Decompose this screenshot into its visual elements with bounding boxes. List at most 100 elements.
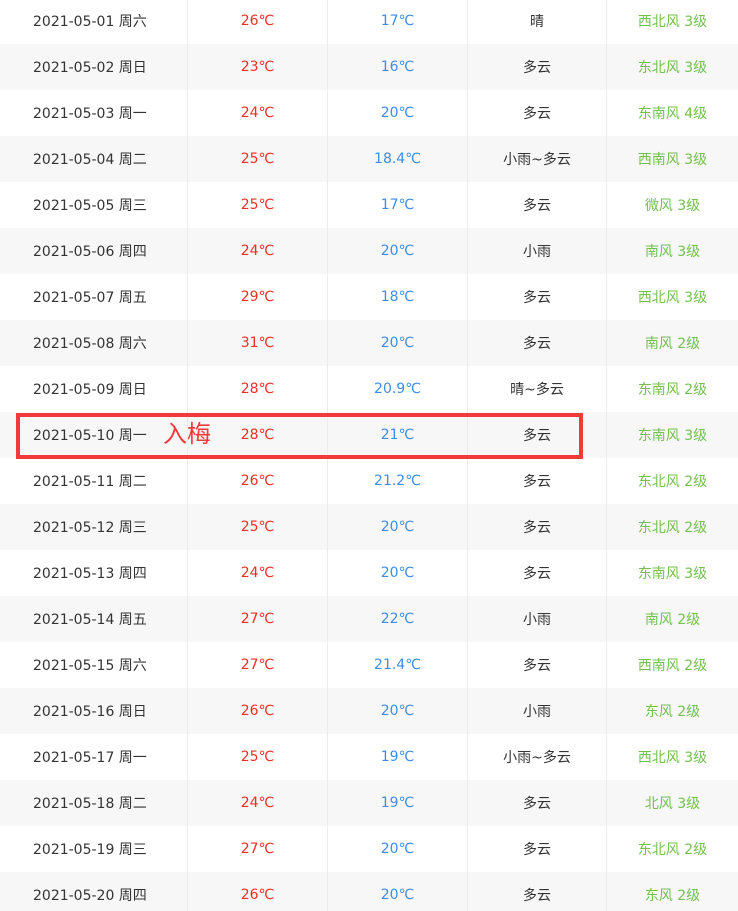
low-temp-cell: 20℃	[328, 90, 468, 136]
weather-cell: 晴	[468, 0, 607, 44]
weather-cell: 小雨~多云	[468, 136, 607, 182]
low-temp-cell: 18℃	[328, 274, 468, 320]
wind-cell: 西南风 2级	[637, 658, 708, 674]
weather-history-table: 2021-05-01 周六 26℃ 17℃ 晴西北风 3级 2021-05-02 周日 2…	[0, 0, 738, 911]
table-row: 2021-05-20 周四 26℃ 20℃ 多云 东风 2级	[0, 872, 738, 911]
wind-cell: 西北风 3级	[637, 750, 708, 766]
high-temp-cell: 26℃	[188, 0, 328, 44]
low-temp-cell: 18.4℃	[328, 136, 468, 182]
wind-cell: 北风 3级	[644, 796, 701, 812]
weather-cell: 多云	[468, 872, 607, 911]
high-temp-cell: 28℃	[188, 366, 328, 412]
table-row: 2021-05-13 周四 24℃ 20℃ 多云 东南风 3级	[0, 550, 738, 596]
weather-cell: 多云	[468, 642, 607, 688]
table-row: 2021-05-05 周三 25℃ 17℃ 多云 微风 3级	[0, 182, 738, 228]
weather-cell: 多云	[468, 320, 607, 366]
low-temp-cell: 22℃	[328, 596, 468, 642]
low-temp-cell: 21℃	[328, 412, 468, 458]
table-row: 2021-05-16 周日 26℃ 20℃ 小雨 东风 2级	[0, 688, 738, 734]
high-temp-cell: 23℃	[188, 44, 328, 90]
table-row: 2021-05-11 周二 26℃ 21.2℃ 多云 东北风 2级	[0, 458, 738, 504]
wind-cell: 东北风 2级	[637, 842, 708, 858]
high-temp-cell: 24℃	[188, 228, 328, 274]
low-temp-cell: 19℃	[328, 780, 468, 826]
weather-cell: 多云	[468, 274, 607, 320]
wind-cell: 东风 2级	[644, 704, 701, 720]
date-cell: 2021-05-15 周六	[0, 642, 188, 688]
table-row: 2021-05-17 周一 25℃ 19℃ 小雨~多云 西北风 3级	[0, 734, 738, 780]
low-temp-cell: 21.4℃	[328, 642, 468, 688]
table-row: 2021-05-06 周四 24℃ 20℃ 小雨 南风 3级	[0, 228, 738, 274]
date-cell: 2021-05-05 周三	[0, 182, 188, 228]
meiyu-onset-label: 入梅	[163, 420, 211, 448]
date-cell: 2021-05-14 周五	[0, 596, 188, 642]
date-cell: 2021-05-07 周五	[0, 274, 188, 320]
wind-cell: 南风 2级	[644, 336, 701, 352]
table-row: 2021-05-12 周三 25℃ 20℃ 多云 东北风 2级	[0, 504, 738, 550]
table-row: 2021-05-02 周日 23℃ 16℃ 多云 东北风 3级	[0, 44, 738, 90]
high-temp-cell: 25℃	[188, 504, 328, 550]
high-temp-cell: 27℃	[188, 642, 328, 688]
weather-cell: 多云	[468, 182, 607, 228]
weather-cell: 多云	[468, 44, 607, 90]
high-temp-cell: 26℃	[188, 872, 328, 911]
low-temp-cell: 20℃	[328, 228, 468, 274]
low-temp-cell: 17℃	[328, 182, 468, 228]
low-temp-cell: 16℃	[328, 44, 468, 90]
high-temp-cell: 26℃	[188, 688, 328, 734]
low-temp-cell: 20℃	[328, 550, 468, 596]
weather-cell: 小雨	[468, 688, 607, 734]
table-row: 2021-05-01 周六 26℃ 17℃ 晴 西北风 3级	[0, 0, 738, 44]
wind-cell: 东风 2级	[644, 888, 701, 904]
table-row: 2021-05-19 周三 27℃ 20℃ 多云 东北风 2级	[0, 826, 738, 872]
high-temp-cell: 26℃	[188, 458, 328, 504]
table-row: 2021-05-04 周二 25℃ 18.4℃ 小雨~多云 西南风 3级	[0, 136, 738, 182]
low-temp-cell: 20.9℃	[328, 366, 468, 412]
date-cell: 2021-05-08 周六	[0, 320, 188, 366]
high-temp-cell: 27℃	[188, 826, 328, 872]
high-temp-cell: 29℃	[188, 274, 328, 320]
table-row: 2021-05-14 周五 27℃ 22℃ 小雨 南风 2级	[0, 596, 738, 642]
wind-cell: 西北风 3级	[637, 290, 708, 306]
wind-cell: 东南风 3级	[637, 428, 708, 444]
date-cell: 2021-05-13 周四	[0, 550, 188, 596]
table-row: 2021-05-18 周二 24℃ 19℃ 多云 北风 3级	[0, 780, 738, 826]
weather-cell: 小雨	[468, 228, 607, 274]
low-temp-cell: 19℃	[328, 734, 468, 780]
date-cell: 2021-05-09 周日	[0, 366, 188, 412]
date-cell: 2021-05-03 周一	[0, 90, 188, 136]
low-temp-cell: 20℃	[328, 826, 468, 872]
wind-cell: 南风 2级	[644, 612, 701, 628]
date-cell: 2021-05-17 周一	[0, 734, 188, 780]
wind-cell: 西北风 3级	[637, 14, 708, 30]
low-temp-cell: 21.2℃	[328, 458, 468, 504]
date-cell: 2021-05-12 周三	[0, 504, 188, 550]
weather-cell: 多云	[468, 504, 607, 550]
high-temp-cell: 24℃	[188, 780, 328, 826]
wind-cell: 南风 3级	[644, 244, 701, 260]
weather-cell: 多云	[468, 90, 607, 136]
low-temp-cell: 20℃	[328, 504, 468, 550]
high-temp-cell: 27℃	[188, 596, 328, 642]
wind-cell: 东南风 4级	[637, 106, 708, 122]
date-cell: 2021-05-01 周六	[0, 0, 188, 44]
high-temp-cell: 25℃	[188, 136, 328, 182]
weather-cell: 小雨	[468, 596, 607, 642]
table-row: 2021-05-07 周五 29℃ 18℃ 多云 西北风 3级	[0, 274, 738, 320]
date-cell: 2021-05-10 周一	[0, 412, 188, 458]
date-cell: 2021-05-19 周三	[0, 826, 188, 872]
date-cell: 2021-05-20 周四	[0, 872, 188, 911]
weather-cell: 多云	[468, 826, 607, 872]
high-temp-cell: 25℃	[188, 734, 328, 780]
table-row: 2021-05-09 周日 28℃ 20.9℃ 晴~多云 东南风 2级	[0, 366, 738, 412]
wind-cell: 东南风 3级	[637, 566, 708, 582]
table-row: 2021-05-15 周六 27℃ 21.4℃ 多云 西南风 2级	[0, 642, 738, 688]
high-temp-cell: 31℃	[188, 320, 328, 366]
weather-cell: 多云	[468, 780, 607, 826]
high-temp-cell: 24℃	[188, 90, 328, 136]
date-cell: 2021-05-16 周日	[0, 688, 188, 734]
table-row: 2021-05-10 周一 28℃ 21℃ 多云 东南风 3级	[0, 412, 738, 458]
date-cell: 2021-05-04 周二	[0, 136, 188, 182]
weather-cell: 小雨~多云	[468, 734, 607, 780]
wind-cell: 西南风 3级	[637, 152, 708, 168]
